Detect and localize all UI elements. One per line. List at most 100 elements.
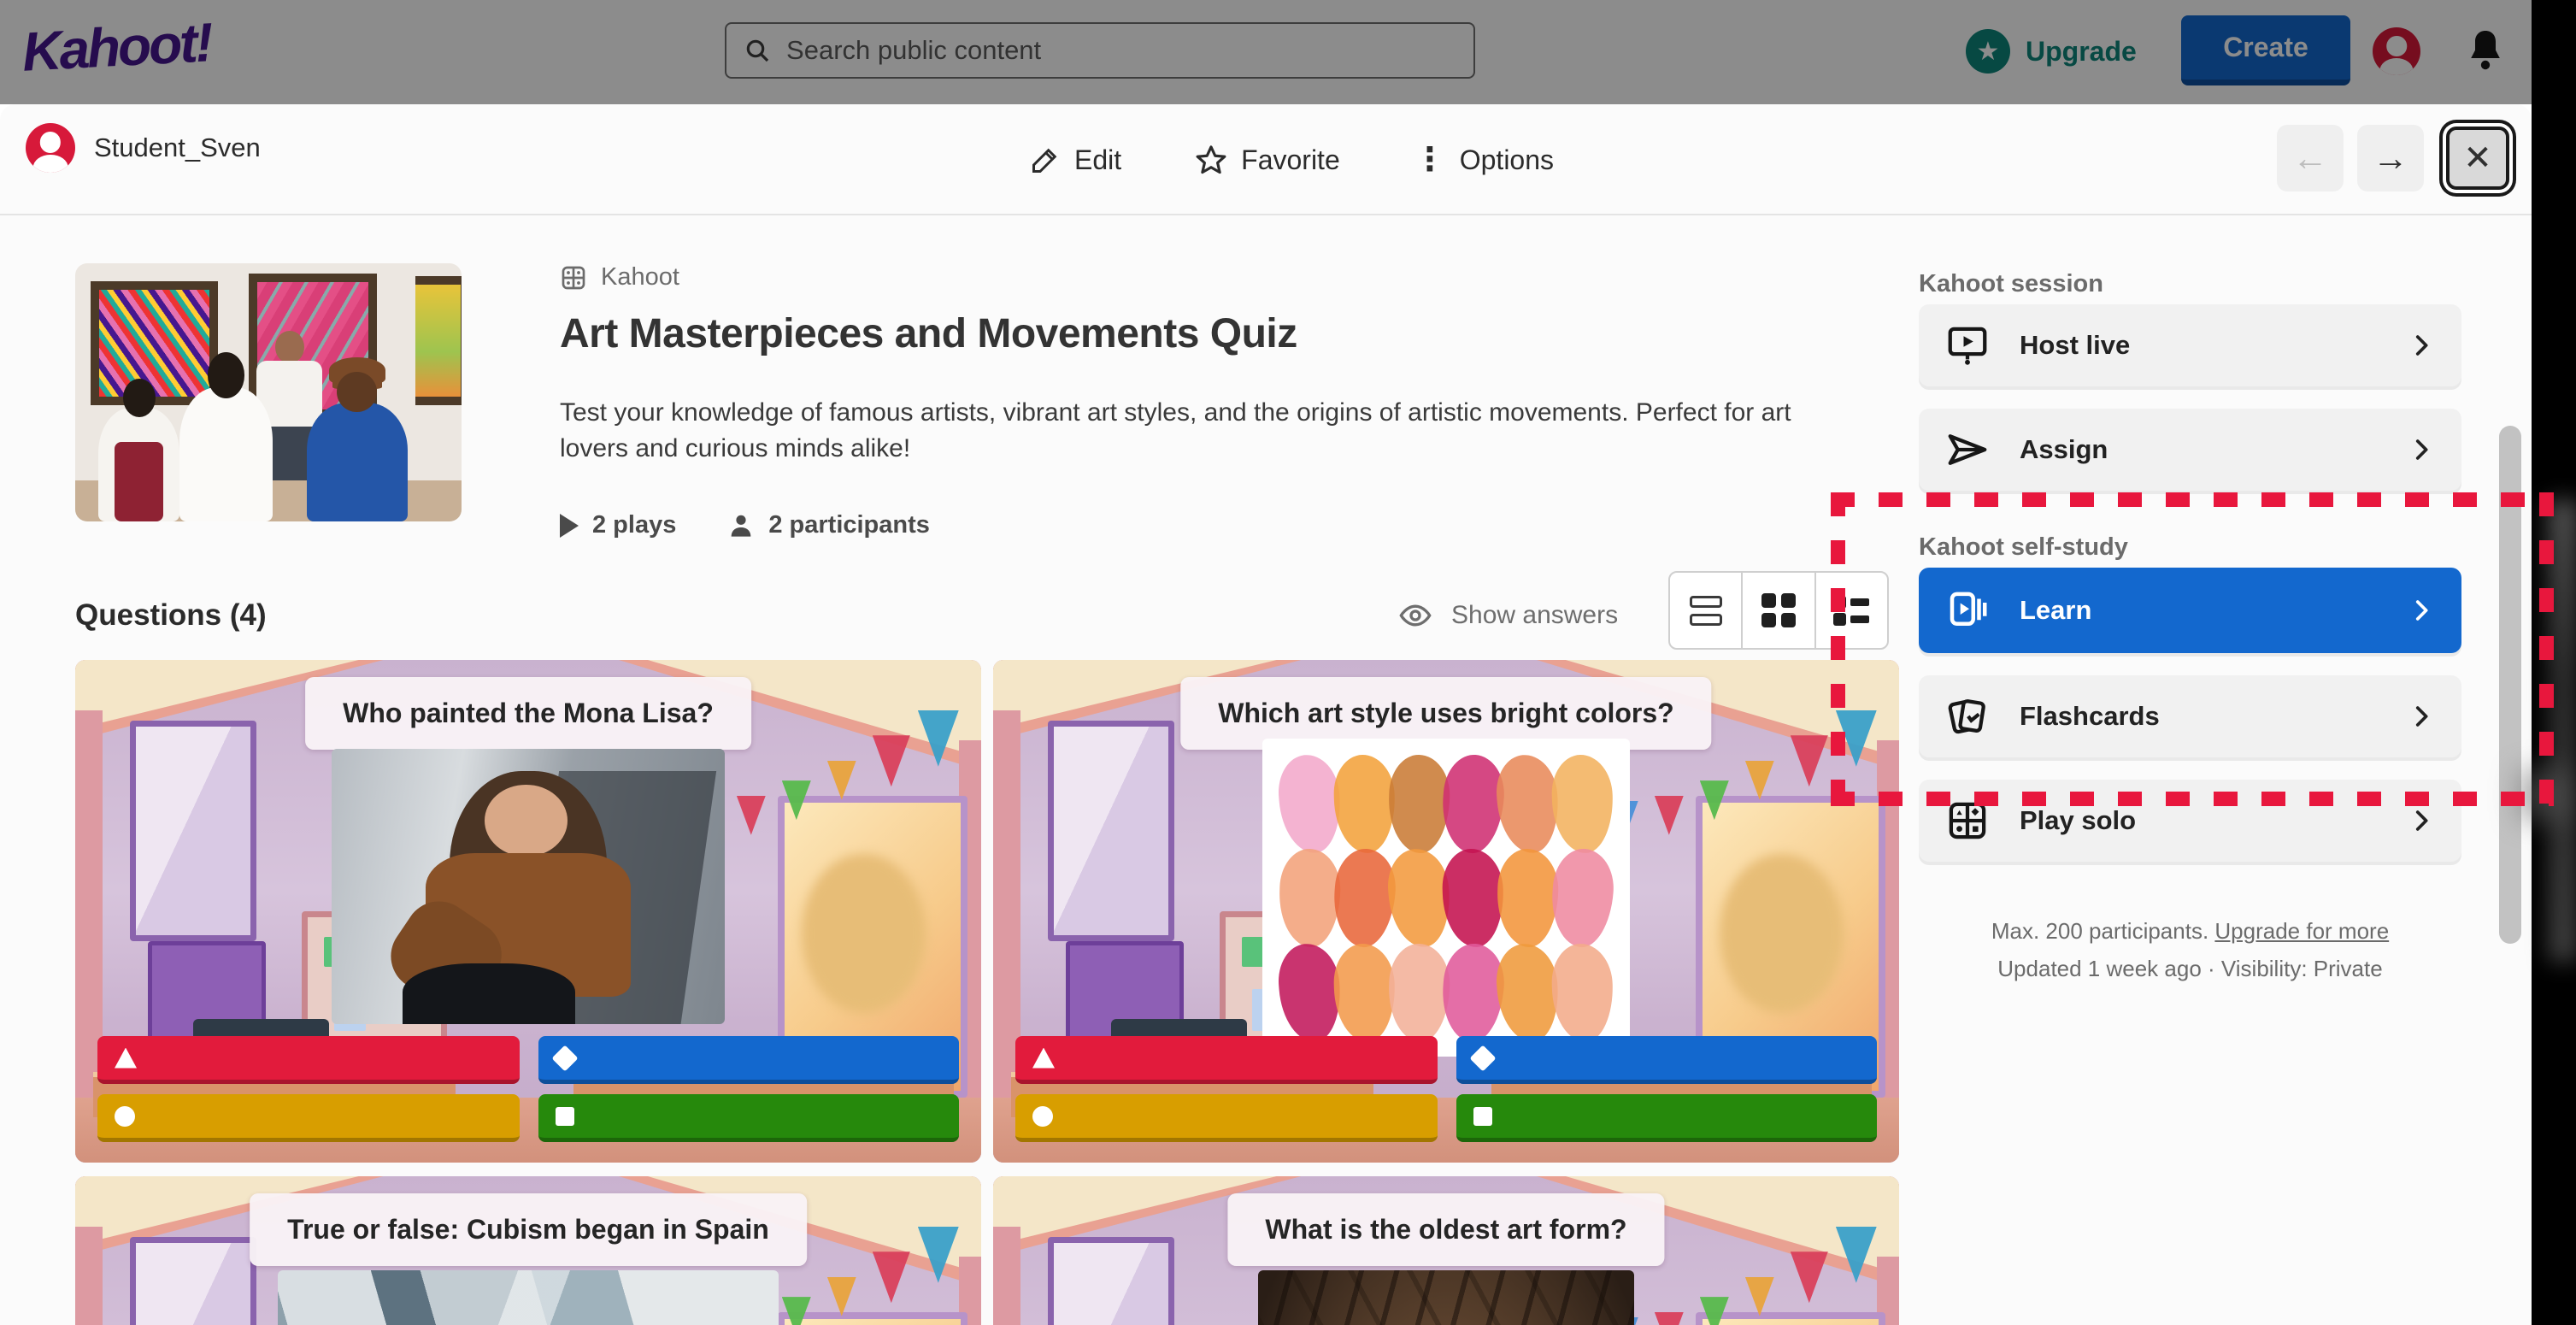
close-icon: ✕ <box>2463 138 2492 178</box>
question-image-watercolor <box>1262 739 1630 1057</box>
classroom-window <box>130 721 256 942</box>
answer-red <box>1015 1036 1438 1084</box>
classroom-window <box>1048 721 1174 942</box>
options-button[interactable]: ⋮ Options <box>1414 144 1554 176</box>
watercolor-blob <box>1387 754 1450 854</box>
show-answers-label: Show answers <box>1451 601 1618 630</box>
watercolor-blob <box>1550 754 1614 854</box>
host-live-button[interactable]: Host live <box>1919 304 2461 386</box>
question-card-3[interactable]: True or false: Cubism began in Spain <box>75 1176 981 1325</box>
quiz-cover-image <box>75 263 462 521</box>
circle-icon <box>1032 1106 1053 1127</box>
kebab-icon: ⋮ <box>1414 144 1446 176</box>
question-card-2[interactable]: Which art style uses bright colors? <box>993 660 1899 1163</box>
pencil-icon <box>1030 144 1061 175</box>
top-navigation-bar: Kahoot! ★ Upgrade Create <box>0 0 2532 104</box>
content-type-label: Kahoot <box>601 263 679 292</box>
question-card-1[interactable]: Who painted the Mona Lisa? <box>75 660 981 1163</box>
compact-view-button[interactable] <box>1814 573 1887 648</box>
annotation-rectangle-left <box>1831 492 1845 806</box>
bunting-flag <box>873 1251 910 1303</box>
classroom-window <box>778 1312 968 1325</box>
previous-kahoot-button[interactable]: ← <box>2277 125 2344 191</box>
session-heading: Kahoot session <box>1919 270 2103 298</box>
list-view-button[interactable] <box>1670 573 1741 648</box>
answer-red <box>97 1036 520 1084</box>
modal-header: Student_Sven Edit Favorite ⋮ Options <box>0 104 2532 215</box>
assign-button[interactable]: Assign <box>1919 409 2461 491</box>
edit-button[interactable]: Edit <box>1030 144 1121 176</box>
participants-count: 2 participants <box>768 511 930 539</box>
updated-visibility-meta: Updated 1 week ago · Visibility: Private <box>1919 956 2461 982</box>
bunting-flag <box>873 735 910 786</box>
bunting-flag <box>1745 761 1774 800</box>
forward-arrow-icon: → <box>2373 138 2408 179</box>
grid-view-icon <box>1761 593 1796 627</box>
bunting-flag <box>827 1277 856 1316</box>
flashcards-button[interactable]: Flashcards <box>1919 675 2461 757</box>
host-live-icon <box>1944 322 1991 368</box>
plays-stat: 2 plays <box>560 511 676 539</box>
bunting-flag <box>827 761 856 800</box>
self-study-heading: Kahoot self-study <box>1919 533 2128 562</box>
quiz-stats: 2 plays 2 participants <box>560 511 1825 539</box>
play-solo-label: Play solo <box>2020 805 2378 836</box>
watercolor-blob <box>1332 754 1396 854</box>
watercolor-blob <box>1279 848 1342 948</box>
classroom-wall <box>75 1227 103 1325</box>
questions-heading: Questions (4) <box>75 598 267 633</box>
back-arrow-icon: ← <box>2292 138 2328 179</box>
triangle-icon <box>1032 1048 1055 1069</box>
triangle-icon <box>115 1048 137 1069</box>
close-modal-button[interactable]: ✕ <box>2446 127 2509 190</box>
answer-yellow <box>97 1094 520 1142</box>
watercolor-blob <box>1550 943 1614 1043</box>
plays-count: 2 plays <box>592 511 676 539</box>
question-card-4[interactable]: What is the oldest art form? <box>993 1176 1899 1325</box>
host-live-label: Host live <box>2020 330 2378 361</box>
bunting-flag <box>1655 1312 1684 1325</box>
watercolor-blob <box>1387 943 1450 1043</box>
diamond-icon <box>551 1045 578 1071</box>
bunting-flag <box>1791 1251 1828 1303</box>
bunting-flag <box>1745 1277 1774 1316</box>
screenshot-stage: Kahoot! ★ Upgrade Create Student_Sven <box>0 0 2576 1325</box>
browser-viewport: Kahoot! ★ Upgrade Create Student_Sven <box>0 0 2532 1325</box>
flashcards-label: Flashcards <box>2020 701 2378 732</box>
answer-yellow <box>1015 1094 1438 1142</box>
participants-stat: 2 participants <box>727 511 930 539</box>
upgrade-for-more-link[interactable]: Upgrade for more <box>2214 918 2389 944</box>
options-label: Options <box>1460 144 1554 176</box>
next-kahoot-button[interactable]: → <box>2357 125 2424 191</box>
gallery-visitor <box>179 387 272 521</box>
quiz-description: Test your knowledge of famous artists, v… <box>560 395 1825 467</box>
favorite-button[interactable]: Favorite <box>1195 144 1340 176</box>
assign-label: Assign <box>2020 434 2378 465</box>
kahoot-block-icon <box>560 264 587 292</box>
classroom-wall <box>993 1227 1020 1325</box>
kahoot-details-modal: Student_Sven Edit Favorite ⋮ Options <box>0 104 2532 1325</box>
question-image-portrait <box>332 749 725 1024</box>
view-toggle-group <box>1668 571 1889 650</box>
edit-label: Edit <box>1074 144 1121 176</box>
circle-icon <box>115 1106 135 1127</box>
grid-view-button[interactable] <box>1741 573 1814 648</box>
person-icon <box>727 512 755 539</box>
chevron-right-icon <box>2407 806 2436 835</box>
chevron-right-icon <box>2407 702 2436 731</box>
watercolor-blob <box>1332 943 1396 1043</box>
flashcards-icon <box>1944 693 1991 739</box>
gallery-painting <box>415 276 462 405</box>
answer-blue <box>1456 1036 1877 1084</box>
learn-button[interactable]: Learn <box>1919 568 2461 653</box>
watercolor-blob <box>1442 848 1505 948</box>
quiz-title: Art Masterpieces and Movements Quiz <box>560 310 1825 357</box>
creator-avatar <box>26 123 75 173</box>
show-answers-toggle[interactable]: Show answers <box>1398 598 1618 633</box>
modal-navigation: ← → ✕ <box>2277 125 2509 191</box>
bunting-flag <box>1791 735 1828 786</box>
square-icon <box>1473 1107 1492 1126</box>
paper-plane-icon <box>1944 427 1991 473</box>
participants-limit-note: Max. 200 participants. Upgrade for more <box>1919 918 2461 945</box>
gallery-painting <box>91 281 218 405</box>
